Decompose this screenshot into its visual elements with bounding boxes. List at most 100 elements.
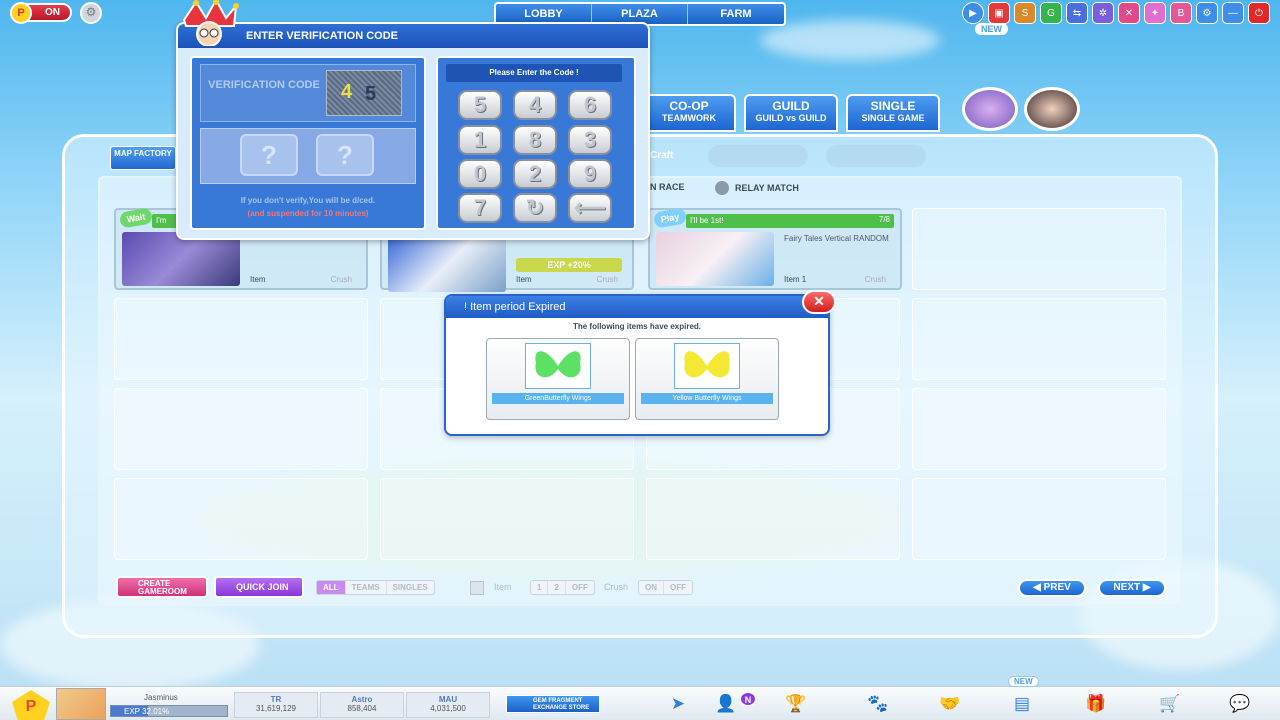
empty-room-slot — [912, 208, 1166, 290]
filter-teams[interactable]: TEAMS — [346, 581, 387, 594]
exp-label: EXP 32.01% — [124, 707, 170, 716]
room-item-setting: Item 1 — [784, 275, 807, 284]
map-thumbnail — [122, 232, 240, 286]
play-icon[interactable]: ➤ — [666, 694, 690, 714]
craft-label: Craft — [650, 150, 674, 161]
new-badge: NEW — [975, 23, 1008, 35]
room-status-badge: Play — [652, 207, 688, 229]
race-label[interactable]: N RACE — [650, 182, 685, 192]
settings-gear-icon[interactable]: ⚙ — [80, 2, 102, 24]
item-filter-label: Item — [494, 582, 512, 592]
cart-icon[interactable]: ▣ — [988, 2, 1010, 24]
radio-icon — [715, 181, 729, 195]
avatar[interactable] — [56, 688, 106, 720]
trophy-icon[interactable]: 🏆 — [784, 694, 808, 714]
keypad-key[interactable]: 1 — [458, 125, 502, 155]
stat-label: TR — [270, 695, 282, 704]
room-item-setting: Item — [516, 275, 532, 284]
verification-code-label: VERIFICATION CODE — [208, 79, 320, 91]
dialog-title: ! Item period Expired — [446, 296, 828, 318]
close-icon[interactable]: ✕ — [802, 290, 836, 314]
butterfly-icon — [535, 351, 581, 378]
pet-paw-icon[interactable]: 🐾 — [866, 694, 890, 714]
power-icon[interactable]: ⏻ — [1248, 2, 1270, 24]
keypad-key[interactable]: 8 — [513, 125, 557, 155]
keypad-key[interactable]: 0 — [458, 159, 502, 189]
jester-mascot-icon — [182, 0, 239, 46]
tab-lobby[interactable]: LOBBY — [496, 4, 592, 24]
p-icon: P — [10, 2, 32, 24]
empty-filter-pill[interactable] — [826, 145, 926, 167]
sparkle-icon[interactable]: ✦ — [1144, 2, 1166, 24]
swap-icon[interactable]: ⇆ — [1066, 2, 1088, 24]
filter-singles[interactable]: SINGLES — [387, 581, 434, 594]
dialog-title: ENTER VERIFICATION CODE — [246, 30, 398, 42]
item-filter-2[interactable]: 2 — [548, 581, 566, 594]
g-icon[interactable]: G — [1040, 2, 1062, 24]
item-filter-checkbox[interactable] — [470, 581, 484, 595]
room-card[interactable]: Play I'll be 1st! 7/8 Fairy Tales Vertic… — [648, 207, 902, 290]
friends-icon[interactable]: 👤 — [714, 694, 738, 714]
gem-exchange-store-button[interactable]: GEM FRAGMENT EXCHANGE STORE — [506, 695, 600, 713]
item-filter: 1 2 OFF — [530, 580, 595, 595]
tab-farm[interactable]: FARM — [688, 4, 784, 24]
exp-boost-badge: EXP +20% — [516, 258, 622, 272]
character-portrait[interactable] — [1024, 87, 1080, 131]
map-thumbnail — [388, 238, 506, 292]
relay-match-toggle[interactable]: RELAY MATCH — [715, 181, 799, 195]
relay-match-label: RELAY MATCH — [735, 183, 799, 193]
inventory-icon[interactable]: ▤ — [1010, 694, 1034, 714]
refresh-icon[interactable]: ↻ — [513, 193, 557, 223]
item-filter-1[interactable]: 1 — [531, 581, 549, 594]
minimize-icon[interactable]: — — [1222, 2, 1244, 24]
stat-label: MAU — [438, 695, 458, 704]
captcha-image: 4 5 — [326, 70, 402, 116]
keypad-key[interactable]: 4 — [513, 90, 557, 120]
tab-single[interactable]: SINGLE SINGLE GAME — [846, 94, 940, 132]
tab-guild[interactable]: GUILD GUILD vs GUILD — [744, 94, 838, 132]
empty-filter-pill[interactable] — [708, 145, 808, 167]
prev-button[interactable]: ◀ PREV — [1018, 579, 1086, 597]
verification-warning: If you don't verify,You will be d/ced. — [240, 196, 376, 205]
tab-title: CO-OP — [669, 99, 709, 113]
filter-all[interactable]: ALL — [317, 581, 346, 594]
shop-cart-icon[interactable]: 🛒 — [1158, 694, 1182, 714]
stat-value: 31,619,129 — [255, 704, 297, 713]
stat-mau: MAU 4,031,500 — [406, 692, 490, 718]
settings-icon[interactable]: ⚙ — [1196, 2, 1218, 24]
keypad-key[interactable]: 3 — [568, 125, 612, 155]
tab-plaza[interactable]: PLAZA — [592, 4, 688, 24]
gear-badge-icon[interactable]: ✲ — [1092, 2, 1114, 24]
backspace-icon[interactable]: ⟵ — [568, 193, 612, 223]
crush-off[interactable]: OFF — [664, 581, 692, 594]
item-filter-off[interactable]: OFF — [566, 581, 594, 594]
crush-on[interactable]: ON — [639, 581, 664, 594]
cloud — [760, 20, 940, 60]
butterfly-wings-icon — [525, 343, 591, 389]
create-gameroom-button[interactable]: CREATE GAMEROOM — [116, 576, 208, 598]
keypad-key[interactable]: 5 — [458, 90, 502, 120]
gift-icon[interactable]: 🎁 — [1084, 694, 1108, 714]
x-icon[interactable]: ✕ — [1118, 2, 1140, 24]
book-icon[interactable]: B — [1170, 2, 1192, 24]
keypad-key[interactable]: 7 — [458, 193, 502, 223]
keypad-prompt: Please Enter the Code ! — [446, 64, 622, 82]
keypad-key[interactable]: 2 — [513, 159, 557, 189]
tab-coop[interactable]: CO-OP TEAMWORK — [642, 94, 736, 132]
emblem-icon[interactable] — [962, 87, 1018, 131]
next-button[interactable]: NEXT ▶ — [1098, 579, 1166, 597]
prev-label: PREV — [1043, 582, 1071, 593]
map-factory-button[interactable]: MAP FACTORY — [110, 146, 176, 170]
empty-room-slot — [912, 478, 1166, 560]
captcha-char: 4 — [341, 81, 353, 103]
keypad-key[interactable]: 9 — [568, 159, 612, 189]
story-icon[interactable]: S — [1014, 2, 1036, 24]
chat-icon[interactable]: 💬 — [1228, 694, 1252, 714]
toggle-on-button[interactable]: P ON — [10, 2, 72, 24]
quick-join-button[interactable]: QUICK JOIN — [214, 576, 304, 598]
map-name: Fairy Tales Vertical RANDOM — [784, 234, 889, 243]
keypad-key[interactable]: 6 — [568, 90, 612, 120]
crush-filter: ON OFF — [638, 580, 693, 595]
handshake-icon[interactable]: 🤝 — [938, 694, 962, 714]
play-icon[interactable]: ▶ — [962, 2, 984, 24]
